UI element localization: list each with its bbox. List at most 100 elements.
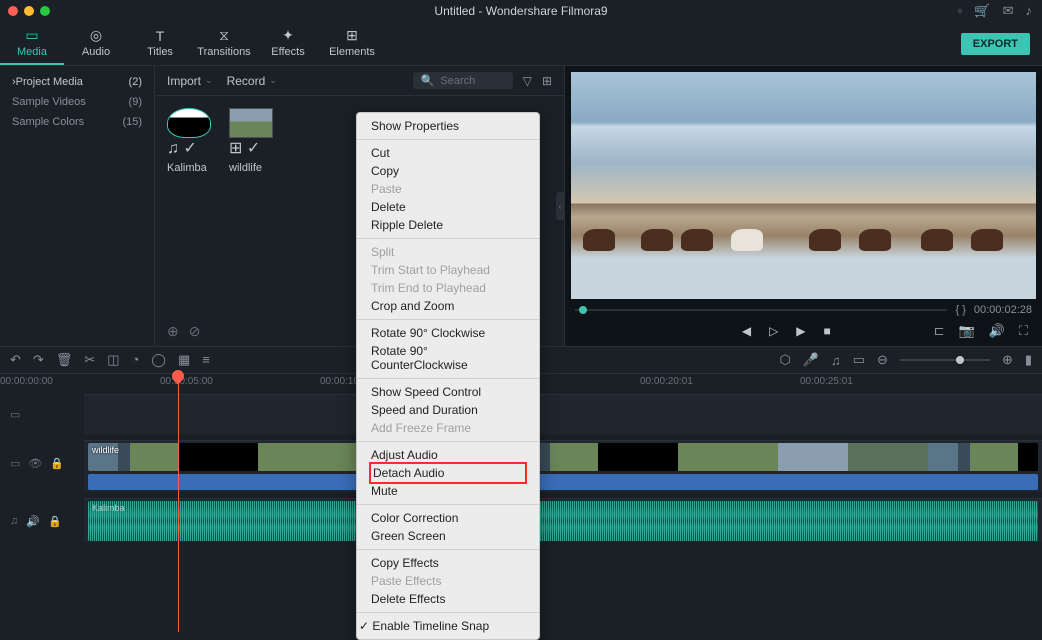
cart-icon[interactable]: 🛒 (974, 3, 990, 19)
snapshot-icon[interactable]: 📷 (959, 323, 975, 339)
video-track-icon[interactable]: ▭ (10, 457, 20, 470)
menu-item-rotate-90-counterclockwise[interactable]: Rotate 90° CounterClockwise (357, 342, 539, 374)
speed-icon[interactable]: ◔ (132, 352, 140, 368)
menu-item-show-speed-control[interactable]: Show Speed Control (357, 383, 539, 401)
tab-audio[interactable]: ◎ Audio (64, 22, 128, 65)
filter-icon[interactable]: ▽ (523, 74, 532, 88)
transition-icon: ⧖ (219, 27, 229, 44)
menu-item-copy-effects[interactable]: Copy Effects (357, 554, 539, 572)
menu-item-rotate-90-clockwise[interactable]: Rotate 90° Clockwise (357, 324, 539, 342)
search-input[interactable]: 🔍 Search (413, 72, 513, 89)
video-clip[interactable] (88, 443, 1038, 471)
menu-item-delete-effects[interactable]: Delete Effects (357, 590, 539, 608)
green-screen-icon[interactable]: ▦ (178, 352, 190, 368)
record-dropdown[interactable]: Record⌄ (227, 74, 277, 88)
export-button[interactable]: EXPORT (961, 33, 1030, 55)
zoom-out-icon[interactable]: ⊖ (877, 352, 888, 368)
redo-icon[interactable]: ↷ (33, 352, 44, 368)
media-item-label: Kalimba (167, 162, 211, 174)
zoom-in-icon[interactable]: ⊕ (1002, 352, 1013, 368)
overlay-track-lane[interactable] (84, 394, 1042, 434)
sidebar-item-sample-videos[interactable]: Sample Videos (9) (0, 92, 154, 112)
music-icon[interactable]: ♫ (831, 353, 841, 368)
menu-item-delete[interactable]: Delete (357, 198, 539, 216)
menu-item-detach-audio[interactable]: Detach Audio (373, 466, 523, 480)
voiceover-icon[interactable]: 🎤 (803, 352, 819, 368)
delete-folder-icon[interactable]: ⊘ (189, 323, 201, 340)
menu-item-mute[interactable]: Mute (357, 482, 539, 500)
tab-label: Audio (82, 46, 110, 58)
tab-label: Elements (329, 46, 375, 58)
lock-icon[interactable]: 🔒 (50, 457, 64, 470)
marker-icon[interactable]: ⬡ (779, 352, 790, 368)
zoom-slider-handle[interactable] (956, 356, 964, 364)
notification-icon[interactable]: ♪ (1026, 3, 1033, 19)
panel-collapse-handle[interactable]: ‹ (556, 192, 564, 220)
import-dropdown[interactable]: Import⌄ (167, 74, 213, 88)
menu-item-color-correction[interactable]: Color Correction (357, 509, 539, 527)
prev-frame-button[interactable]: ◀ (742, 324, 751, 338)
media-item-wildlife[interactable]: ⊞ ✓ wildlife (229, 108, 273, 174)
tab-effects[interactable]: ✦ Effects (256, 22, 320, 65)
color-icon[interactable]: ◯ (151, 352, 166, 368)
stop-button[interactable]: ■ (824, 324, 831, 338)
tab-media[interactable]: ▭ Media (0, 22, 64, 65)
timecode: 00:00:02:28 (974, 304, 1032, 316)
media-sidebar: ›Project Media (2) Sample Videos (9) Sam… (0, 66, 155, 346)
minimize-window-button[interactable] (24, 6, 34, 16)
grid-view-icon[interactable]: ⊞ (542, 74, 552, 88)
crop-icon[interactable]: ◫ (107, 352, 119, 368)
play-backward-button[interactable]: ▷ (769, 324, 778, 338)
menu-item-copy[interactable]: Copy (357, 162, 539, 180)
audio-track-icon[interactable]: ♫ (10, 515, 18, 527)
delete-icon[interactable]: 🗑 (56, 352, 73, 368)
timeline-options-icon[interactable]: ▮ (1025, 352, 1032, 368)
decorative (809, 229, 841, 251)
sidebar-item-sample-colors[interactable]: Sample Colors (15) (0, 112, 154, 132)
menu-item-green-screen[interactable]: Green Screen (357, 527, 539, 545)
scrub-track[interactable] (575, 309, 947, 311)
safe-zone-icon[interactable]: ⊏ (934, 323, 945, 339)
new-folder-icon[interactable]: ⊕ (167, 323, 179, 340)
undo-icon[interactable]: ↶ (10, 352, 21, 368)
audio-track-lane[interactable] (84, 498, 1042, 542)
tab-elements[interactable]: ⊞ Elements (320, 22, 384, 65)
play-button[interactable]: ▶ (796, 324, 805, 338)
tab-titles[interactable]: T Titles (128, 22, 192, 65)
menu-item-crop-and-zoom[interactable]: Crop and Zoom (357, 297, 539, 315)
sidebar-item-project-media[interactable]: ›Project Media (2) (0, 72, 154, 92)
sidebar-count: (15) (122, 116, 142, 128)
scrub-handle[interactable] (579, 306, 587, 314)
advanced-icon[interactable]: ≡ (202, 352, 210, 368)
video-clip-audio-link[interactable] (88, 474, 1038, 490)
mail-icon[interactable]: ✉ (1003, 3, 1014, 19)
volume-icon[interactable]: 🔊 (989, 323, 1005, 339)
fullscreen-icon[interactable]: ⛶ (1019, 323, 1028, 339)
user-icon[interactable]: ◦ (958, 3, 963, 19)
mark-in-out-icon[interactable]: { } (955, 304, 965, 316)
tab-transitions[interactable]: ⧖ Transitions (192, 22, 256, 65)
menu-item-enable-timeline-snap[interactable]: Enable Timeline Snap (357, 617, 539, 635)
zoom-slider[interactable] (900, 359, 990, 361)
playback-controls: ◀ ▷ ▶ ■ (742, 324, 831, 338)
split-icon[interactable]: ✂ (84, 352, 95, 368)
maximize-window-button[interactable] (40, 6, 50, 16)
lock-icon[interactable]: 🔒 (48, 515, 62, 528)
audio-clip[interactable] (88, 501, 1038, 541)
menu-item-cut[interactable]: Cut (357, 144, 539, 162)
render-icon[interactable]: ▭ (853, 352, 865, 368)
eye-icon[interactable]: 👁 (28, 457, 42, 470)
media-item-kalimba[interactable]: ♫ ✓ Kalimba (167, 108, 211, 174)
menu-item-speed-and-duration[interactable]: Speed and Duration (357, 401, 539, 419)
video-track-lane[interactable] (84, 440, 1042, 492)
speaker-icon[interactable]: 🔊 (26, 515, 40, 528)
close-window-button[interactable] (8, 6, 18, 16)
track-headers: ▭ ▭ 👁 🔒 ♫ 🔊 🔒 (0, 394, 84, 550)
elements-icon: ⊞ (346, 27, 358, 44)
menu-item-ripple-delete[interactable]: Ripple Delete (357, 216, 539, 234)
preview-canvas[interactable] (571, 72, 1036, 299)
media-thumbnail (229, 108, 273, 138)
menu-item-paste-effects: Paste Effects (357, 572, 539, 590)
overlay-track-icon[interactable]: ▭ (10, 408, 20, 421)
menu-item-show-properties[interactable]: Show Properties (357, 117, 539, 135)
